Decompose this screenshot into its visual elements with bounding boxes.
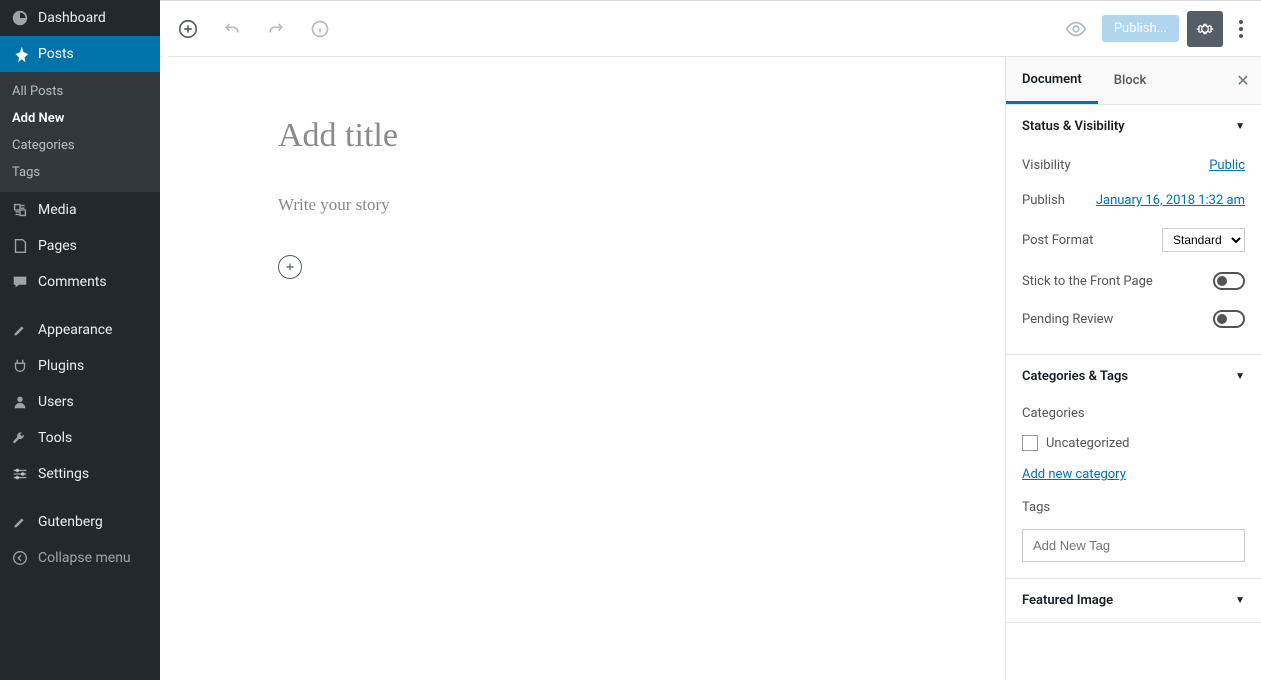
pin-icon bbox=[10, 44, 30, 64]
sidebar-label: Comments bbox=[38, 274, 107, 290]
section-title: Status & Visibility bbox=[1022, 119, 1125, 134]
section-status-visibility: Status & Visibility ▼ Visibility Public … bbox=[1006, 105, 1261, 355]
undo-button[interactable] bbox=[214, 11, 250, 47]
pages-icon bbox=[10, 236, 30, 256]
publish-label: Publish bbox=[1022, 193, 1065, 208]
chevron-down-icon: ▼ bbox=[1235, 371, 1245, 382]
block-editor bbox=[160, 57, 1005, 680]
sidebar-item-pages[interactable]: Pages bbox=[0, 228, 160, 264]
collapse-icon bbox=[10, 548, 30, 568]
sidebar-label: Pages bbox=[38, 238, 77, 254]
main-area: Publish... Document Block ✕ bbox=[160, 0, 1261, 680]
categories-subheading: Categories bbox=[1022, 406, 1245, 421]
wrench-icon bbox=[10, 428, 30, 448]
sidebar-item-media[interactable]: Media bbox=[0, 192, 160, 228]
sidebar-item-settings[interactable]: Settings bbox=[0, 456, 160, 492]
tags-subheading: Tags bbox=[1022, 500, 1245, 515]
submenu-tags[interactable]: Tags bbox=[0, 159, 160, 186]
uncategorized-checkbox[interactable] bbox=[1022, 435, 1038, 451]
media-icon bbox=[10, 200, 30, 220]
pending-review-label: Pending Review bbox=[1022, 312, 1113, 327]
sidebar-item-gutenberg[interactable]: Gutenberg bbox=[0, 504, 160, 540]
more-options-button[interactable] bbox=[1231, 20, 1251, 38]
sliders-icon bbox=[10, 464, 30, 484]
sidebar-label: Media bbox=[38, 202, 77, 218]
comments-icon bbox=[10, 272, 30, 292]
visibility-value-link[interactable]: Public bbox=[1209, 158, 1245, 173]
section-featured-image: Featured Image ▼ bbox=[1006, 579, 1261, 623]
publish-date-link[interactable]: January 16, 2018 1:32 am bbox=[1096, 193, 1245, 208]
section-title: Categories & Tags bbox=[1022, 369, 1128, 384]
editor-toolbar: Publish... bbox=[160, 1, 1261, 57]
sidebar-item-plugins[interactable]: Plugins bbox=[0, 348, 160, 384]
pencil-icon bbox=[10, 512, 30, 532]
sidebar-label: Plugins bbox=[38, 358, 84, 374]
insert-block-button[interactable] bbox=[278, 255, 302, 279]
add-new-category-link[interactable]: Add new category bbox=[1022, 467, 1126, 482]
sidebar-label: Gutenberg bbox=[38, 514, 103, 530]
submenu-all-posts[interactable]: All Posts bbox=[0, 78, 160, 105]
dashboard-icon bbox=[10, 8, 30, 28]
brush-icon bbox=[10, 320, 30, 340]
submenu-categories[interactable]: Categories bbox=[0, 132, 160, 159]
chevron-down-icon: ▼ bbox=[1235, 595, 1245, 606]
section-header-status[interactable]: Status & Visibility ▼ bbox=[1006, 105, 1261, 148]
sidebar-collapse[interactable]: Collapse menu bbox=[0, 540, 160, 576]
tab-document[interactable]: Document bbox=[1006, 57, 1098, 104]
plug-icon bbox=[10, 356, 30, 376]
sidebar-label: Dashboard bbox=[38, 10, 106, 26]
add-block-button[interactable] bbox=[170, 11, 206, 47]
uncategorized-label: Uncategorized bbox=[1046, 436, 1129, 451]
post-title-input[interactable] bbox=[278, 117, 925, 155]
submenu-add-new[interactable]: Add New bbox=[0, 105, 160, 132]
section-header-featured[interactable]: Featured Image ▼ bbox=[1006, 579, 1261, 622]
close-panel-button[interactable]: ✕ bbox=[1225, 71, 1261, 90]
sidebar-item-users[interactable]: Users bbox=[0, 384, 160, 420]
user-icon bbox=[10, 392, 30, 412]
chevron-down-icon: ▼ bbox=[1235, 121, 1245, 132]
pending-review-toggle[interactable] bbox=[1213, 310, 1245, 328]
settings-panel: Document Block ✕ Status & Visibility ▼ V… bbox=[1005, 57, 1261, 680]
panel-tabs: Document Block ✕ bbox=[1006, 57, 1261, 105]
sidebar-item-tools[interactable]: Tools bbox=[0, 420, 160, 456]
sidebar-item-posts[interactable]: Posts bbox=[0, 36, 160, 72]
stick-front-page-toggle[interactable] bbox=[1213, 272, 1245, 290]
sidebar-label: Settings bbox=[38, 466, 89, 482]
post-format-select[interactable]: Standard bbox=[1162, 228, 1245, 252]
visibility-label: Visibility bbox=[1022, 158, 1071, 173]
posts-submenu: All Posts Add New Categories Tags bbox=[0, 72, 160, 192]
preview-button[interactable] bbox=[1058, 11, 1094, 47]
section-header-cats[interactable]: Categories & Tags ▼ bbox=[1006, 355, 1261, 398]
post-content-input[interactable] bbox=[278, 195, 925, 215]
sidebar-item-comments[interactable]: Comments bbox=[0, 264, 160, 300]
info-button[interactable] bbox=[302, 11, 338, 47]
sidebar-label: Posts bbox=[38, 46, 74, 62]
publish-button[interactable]: Publish... bbox=[1102, 15, 1179, 42]
sidebar-label: Collapse menu bbox=[38, 550, 131, 566]
sidebar-item-dashboard[interactable]: Dashboard bbox=[0, 0, 160, 36]
redo-button[interactable] bbox=[258, 11, 294, 47]
sidebar-label: Users bbox=[38, 394, 74, 410]
settings-toggle-button[interactable] bbox=[1187, 11, 1223, 47]
sidebar-item-appearance[interactable]: Appearance bbox=[0, 312, 160, 348]
sidebar-label: Appearance bbox=[38, 322, 112, 338]
add-tag-input[interactable] bbox=[1022, 529, 1245, 562]
sidebar-label: Tools bbox=[38, 430, 72, 446]
section-title: Featured Image bbox=[1022, 593, 1113, 608]
section-categories-tags: Categories & Tags ▼ Categories Uncategor… bbox=[1006, 355, 1261, 579]
admin-sidebar: Dashboard Posts All Posts Add New Catego… bbox=[0, 0, 160, 680]
tab-block[interactable]: Block bbox=[1098, 57, 1162, 104]
post-format-label: Post Format bbox=[1022, 233, 1093, 248]
stick-front-page-label: Stick to the Front Page bbox=[1022, 274, 1153, 289]
